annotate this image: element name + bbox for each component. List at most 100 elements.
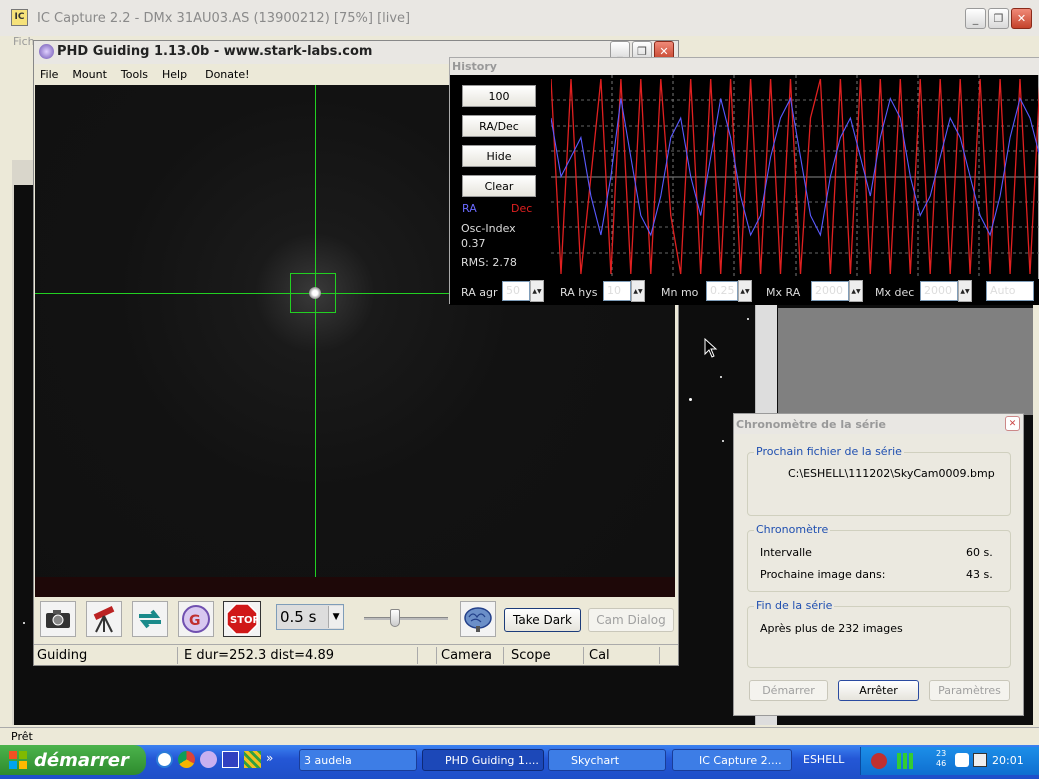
- ra-agr-field[interactable]: 50: [502, 281, 530, 301]
- auto-select[interactable]: Auto: [986, 281, 1034, 301]
- phd-task-label: PHD Guiding 1....: [445, 753, 539, 767]
- legend-ra: RA: [462, 202, 477, 215]
- ic-capture-status-text: Prêt: [11, 730, 33, 743]
- tray-volume-icon[interactable]: [973, 753, 987, 767]
- svg-text:G: G: [189, 613, 201, 629]
- tray-clock[interactable]: 20:01: [992, 754, 1024, 767]
- star: [689, 398, 692, 401]
- chevron-down-icon[interactable]: ▼: [328, 606, 343, 628]
- divider: [417, 647, 418, 664]
- mx-ra-field[interactable]: 2000: [811, 281, 849, 301]
- end-group: Fin de la série Après plus de 232 images: [747, 599, 1011, 668]
- next-file-path: C:\ESHELL\111202\SkyCam0009.bmp: [788, 467, 995, 480]
- phd-title: PHD Guiding 1.13.0b - www.stark-labs.com: [57, 44, 373, 59]
- slider-track: [364, 617, 448, 620]
- ra-hys-spinner[interactable]: ▲▼: [631, 280, 645, 302]
- divider: [177, 647, 178, 664]
- quicklaunch: »: [156, 751, 286, 771]
- ra-hys-label: RA hys: [560, 286, 598, 299]
- star: [23, 622, 25, 624]
- guide-star: [309, 287, 321, 299]
- phd-quicklaunch-icon[interactable]: [200, 751, 217, 768]
- exposure-select[interactable]: 0.5 s ▼: [276, 604, 344, 630]
- chrono-title: Chronomètre de la série: [736, 418, 887, 431]
- mx-dec-field[interactable]: 2000: [920, 281, 958, 301]
- mn-mo-field[interactable]: 0.25: [706, 281, 738, 301]
- mouse-cursor-icon: [704, 338, 718, 358]
- ie-icon[interactable]: [156, 751, 173, 768]
- ic-capture-app-icon: IC: [11, 9, 28, 26]
- chevron-more-icon[interactable]: »: [266, 751, 273, 771]
- menu-file[interactable]: File: [40, 68, 58, 81]
- gamma-slider[interactable]: [364, 607, 448, 629]
- chrono-close-button[interactable]: ✕: [1005, 416, 1020, 431]
- hide-button[interactable]: Hide: [462, 145, 536, 167]
- tray-app-icon[interactable]: [955, 753, 969, 767]
- camera-connect-button[interactable]: [40, 601, 76, 637]
- brain-button[interactable]: [460, 601, 496, 637]
- guide-button[interactable]: G: [178, 601, 214, 637]
- ra-hys-field[interactable]: 10: [603, 281, 631, 301]
- menu-mount[interactable]: Mount: [72, 68, 106, 81]
- cam-dialog-button[interactable]: Cam Dialog: [588, 608, 674, 632]
- maximize-button[interactable]: ❐: [988, 8, 1009, 29]
- minimize-button[interactable]: _: [965, 8, 986, 29]
- stop-button[interactable]: STOP: [223, 601, 261, 637]
- mx-dec-label: Mx dec: [875, 286, 915, 299]
- mx-ra-spinner[interactable]: ▲▼: [849, 280, 863, 302]
- take-dark-button[interactable]: Take Dark: [504, 608, 581, 632]
- start-button[interactable]: démarrer: [0, 745, 146, 775]
- start-button[interactable]: Démarrer: [749, 680, 828, 701]
- mn-mo-spinner[interactable]: ▲▼: [738, 280, 752, 302]
- brain-icon: [464, 607, 492, 632]
- scope-connect-button[interactable]: [86, 601, 122, 637]
- skychart-task-label: Skychart: [571, 753, 620, 767]
- star: [720, 376, 722, 378]
- tray-network-icon[interactable]: [871, 753, 887, 769]
- legend-dec: Dec: [511, 202, 533, 215]
- osc-index-label: Osc-Index: [461, 222, 516, 235]
- telescope-icon: [93, 606, 115, 633]
- grid-app-icon[interactable]: [244, 751, 261, 768]
- eshell-toolbar-label[interactable]: ESHELL: [803, 753, 844, 766]
- mx-dec-spinner[interactable]: ▲▼: [958, 280, 972, 302]
- slider-thumb[interactable]: [390, 609, 400, 627]
- menu-tools[interactable]: Tools: [121, 68, 148, 81]
- next-image-label: Prochaine image dans:: [760, 568, 886, 581]
- cal-status: Cal: [589, 648, 610, 663]
- menu-donate[interactable]: Donate!: [205, 68, 249, 81]
- taskbar-item-audela[interactable]: 3 audela: [299, 749, 417, 771]
- loop-button[interactable]: [132, 601, 168, 637]
- ic-capture-titlebar[interactable]: IC IC Capture 2.2 - DMx 31AU03.AS (13900…: [0, 0, 1039, 36]
- taskbar-item-iccapture[interactable]: IC Capture 2....: [672, 749, 792, 771]
- stop-series-button[interactable]: Arrêter: [838, 680, 919, 701]
- phd-toolbar: G STOP 0.5 s ▼ Take Dark Cam Dialog: [34, 597, 678, 641]
- exposure-value: 0.5 s: [280, 608, 317, 626]
- camera-icon: [46, 610, 70, 628]
- end-text: Après plus de 232 images: [760, 622, 903, 635]
- chrome-icon[interactable]: [178, 751, 195, 768]
- ic-capture-title: IC Capture 2.2 - DMx 31AU03.AS (13900212…: [37, 11, 411, 26]
- params-button[interactable]: Paramètres: [929, 680, 1010, 701]
- audela-icon[interactable]: [222, 751, 239, 768]
- clear-button[interactable]: Clear: [462, 175, 536, 197]
- ra-agr-spinner[interactable]: ▲▼: [530, 280, 544, 302]
- phd-app-icon: [39, 44, 54, 59]
- menu-help[interactable]: Help: [162, 68, 187, 81]
- guiding-status: Guiding: [37, 648, 88, 663]
- history-titlebar[interactable]: History: [450, 58, 1039, 75]
- close-button[interactable]: ✕: [1011, 8, 1032, 29]
- chrono-titlebar[interactable]: Chronomètre de la série ✕: [734, 414, 1023, 434]
- end-label: Fin de la série: [754, 599, 835, 612]
- ic-capture-gray-pane: [778, 308, 1033, 415]
- taskbar-item-phd[interactable]: PHD Guiding 1....: [422, 749, 544, 771]
- taskbar-item-skychart[interactable]: Skychart: [548, 749, 666, 771]
- iccapture-task-label: IC Capture 2....: [699, 753, 782, 767]
- ra-dec-button[interactable]: RA/Dec: [462, 115, 536, 137]
- history-length-button[interactable]: 100: [462, 85, 536, 107]
- ic-capture-menu-file[interactable]: Fich: [13, 35, 35, 48]
- tray-signal-icon[interactable]: [897, 753, 913, 769]
- scope-status: Scope: [511, 648, 551, 663]
- next-file-group: Prochain fichier de la série C:\ESHELL\1…: [747, 445, 1011, 516]
- svg-text:STOP: STOP: [230, 615, 258, 626]
